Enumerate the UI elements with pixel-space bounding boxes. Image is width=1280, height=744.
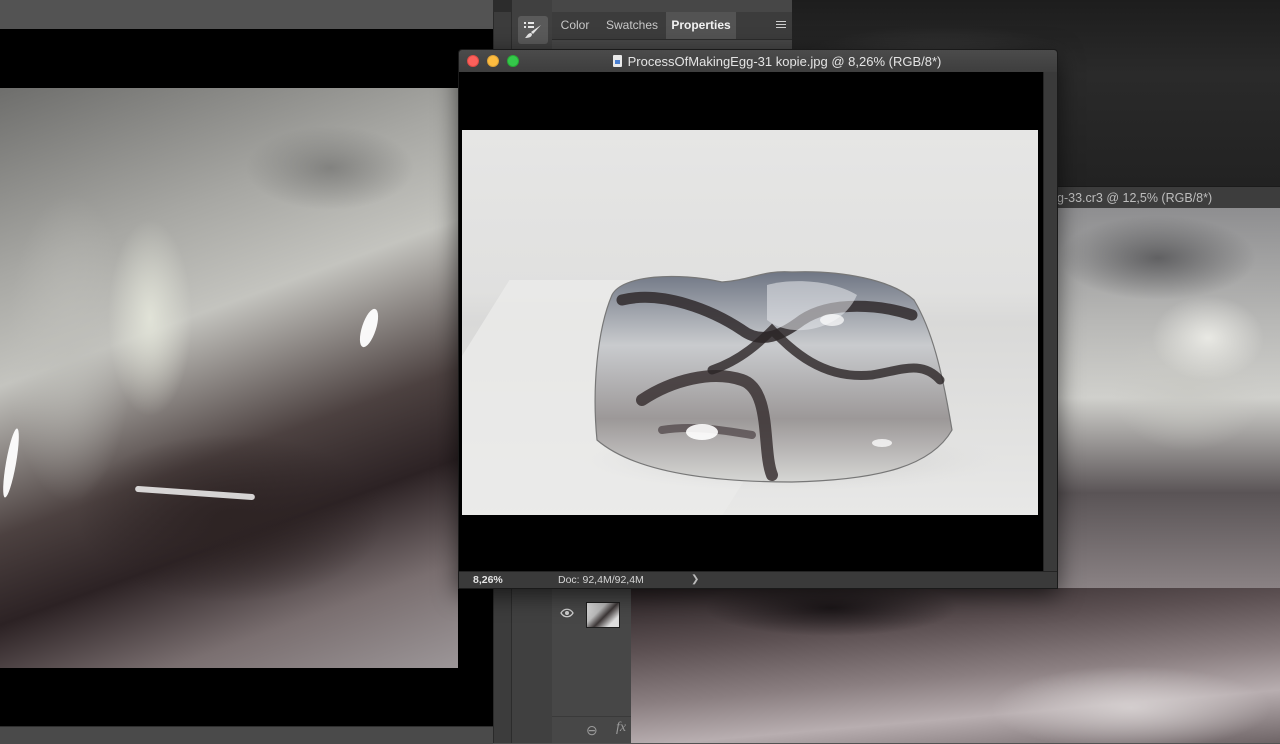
brush-presets-icon: [524, 22, 541, 38]
eye-icon[interactable]: [560, 608, 574, 618]
highlight-shape: [134, 485, 256, 501]
left-document-tabbar: [0, 0, 493, 30]
glass-object: [582, 271, 1002, 492]
highlight-shape: [356, 306, 382, 350]
layer-thumbnail[interactable]: [586, 602, 620, 628]
background-document-image[interactable]: [1058, 208, 1280, 588]
document-statusbar: 8,26% Doc: 92,4M/92,4M ❯: [459, 571, 1057, 588]
tab-color[interactable]: Color: [552, 12, 598, 39]
vertical-scrollbar[interactable]: [1043, 72, 1057, 571]
document-image[interactable]: [462, 130, 1038, 515]
document-title-group: ProcessOfMakingEgg-31 kopie.jpg @ 8,26% …: [459, 50, 1057, 72]
document-titlebar[interactable]: ProcessOfMakingEgg-31 kopie.jpg @ 8,26% …: [459, 50, 1057, 73]
panel-menu-icon[interactable]: [776, 21, 786, 30]
tab-properties[interactable]: Properties: [666, 12, 736, 39]
document-title: ProcessOfMakingEgg-31 kopie.jpg @ 8,26% …: [627, 53, 942, 69]
link-layers-icon[interactable]: ⊖: [586, 722, 598, 739]
background-document-title: g-33.cr3 @ 12,5% (RGB/8*): [1057, 191, 1213, 205]
file-icon: [612, 55, 622, 67]
left-document-window[interactable]: [0, 0, 493, 744]
layer-style-fx-icon[interactable]: fx: [616, 720, 626, 736]
document-size-info: Doc: 92,4M/92,4M: [558, 574, 644, 586]
background-document-titlebar[interactable]: g-33.cr3 @ 12,5% (RGB/8*): [1040, 186, 1280, 210]
status-menu-chevron-icon[interactable]: ❯: [691, 572, 699, 588]
tab-swatches[interactable]: Swatches: [598, 12, 666, 39]
zoom-level-field[interactable]: 8,26%: [473, 572, 503, 588]
left-document-statusbar: [0, 726, 493, 744]
highlight-shape: [0, 427, 23, 499]
brush-settings-button[interactable]: [518, 16, 548, 44]
layer-row[interactable]: [552, 598, 632, 634]
panel-tabs: Color Swatches Properties: [552, 12, 792, 40]
document-canvas[interactable]: [459, 72, 1043, 571]
document-window[interactable]: ProcessOfMakingEgg-31 kopie.jpg @ 8,26% …: [458, 49, 1058, 589]
layers-footer: ⊖ fx: [552, 716, 632, 744]
background-document-image-lower[interactable]: [631, 588, 1280, 743]
left-document-image[interactable]: [0, 88, 458, 668]
